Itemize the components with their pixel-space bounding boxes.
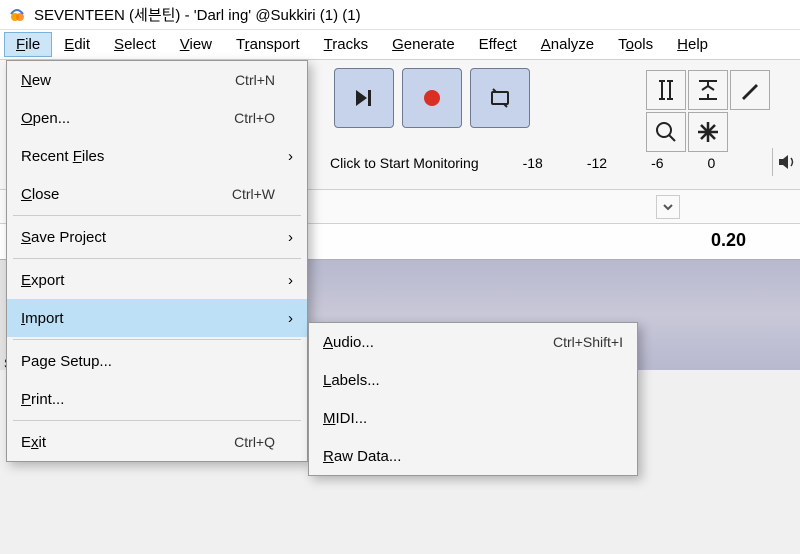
import-labels[interactable]: Labels... — [309, 361, 637, 399]
record-button[interactable] — [402, 68, 462, 128]
app-logo-icon — [8, 6, 26, 24]
file-export[interactable]: Export› — [7, 261, 307, 299]
tool-grid — [646, 70, 770, 152]
file-recent[interactable]: Recent Files› — [7, 137, 307, 175]
speaker-icon[interactable] — [772, 148, 800, 176]
file-new[interactable]: NewCtrl+N — [7, 61, 307, 99]
menu-analyze[interactable]: Analyze — [529, 32, 606, 57]
menu-transport[interactable]: Transport — [224, 32, 312, 57]
menu-edit[interactable]: Edit — [52, 32, 102, 57]
device-dropdown-chevron-icon[interactable] — [656, 195, 680, 219]
menu-generate[interactable]: Generate — [380, 32, 467, 57]
menu-bar: FFileile Edit Select View Transport Trac… — [0, 30, 800, 60]
skip-end-button[interactable] — [334, 68, 394, 128]
envelope-tool-icon[interactable] — [688, 70, 728, 110]
file-open[interactable]: Open...Ctrl+O — [7, 99, 307, 137]
draw-tool-icon[interactable] — [730, 70, 770, 110]
file-save-project[interactable]: Save Project› — [7, 218, 307, 256]
meter-click-text: Click to Start Monitoring — [330, 155, 479, 171]
ruler-tick-0-20: 0.20 — [711, 230, 746, 251]
menu-tracks[interactable]: Tracks — [312, 32, 380, 57]
recording-meter[interactable]: Click to Start Monitoring -18 -12 -6 0 — [308, 150, 737, 176]
menu-select[interactable]: Select — [102, 32, 168, 57]
menu-help[interactable]: Help — [665, 32, 720, 57]
menu-effect[interactable]: Effect — [467, 32, 529, 57]
file-print[interactable]: Print... — [7, 380, 307, 418]
file-exit[interactable]: ExitCtrl+Q — [7, 423, 307, 461]
meter-zero: 0 — [708, 155, 716, 171]
import-raw-data[interactable]: Raw Data... — [309, 437, 637, 475]
window-title: SEVENTEEN (세븐틴) - 'Darl ing' @Sukkiri (1… — [34, 4, 361, 25]
meter-minus-12: -12 — [587, 155, 607, 171]
meter-minus-18: -18 — [523, 155, 543, 171]
file-close[interactable]: CloseCtrl+W — [7, 175, 307, 213]
loop-button[interactable] — [470, 68, 530, 128]
import-midi[interactable]: MIDI... — [309, 399, 637, 437]
import-audio[interactable]: Audio...Ctrl+Shift+I — [309, 323, 637, 361]
file-page-setup[interactable]: Page Setup... — [7, 342, 307, 380]
selection-tool-icon[interactable] — [646, 70, 686, 110]
meter-minus-6: -6 — [651, 155, 663, 171]
menu-file[interactable]: FFileile — [4, 32, 52, 57]
multi-tool-icon[interactable] — [688, 112, 728, 152]
menu-view[interactable]: View — [168, 32, 224, 57]
file-dropdown: NewCtrl+N Open...Ctrl+O Recent Files› Cl… — [6, 60, 308, 462]
menu-tools[interactable]: Tools — [606, 32, 665, 57]
title-bar: SEVENTEEN (세븐틴) - 'Darl ing' @Sukkiri (1… — [0, 0, 800, 30]
import-submenu: Audio...Ctrl+Shift+I Labels... MIDI... R… — [308, 322, 638, 476]
zoom-tool-icon[interactable] — [646, 112, 686, 152]
file-import[interactable]: Import› — [7, 299, 307, 337]
